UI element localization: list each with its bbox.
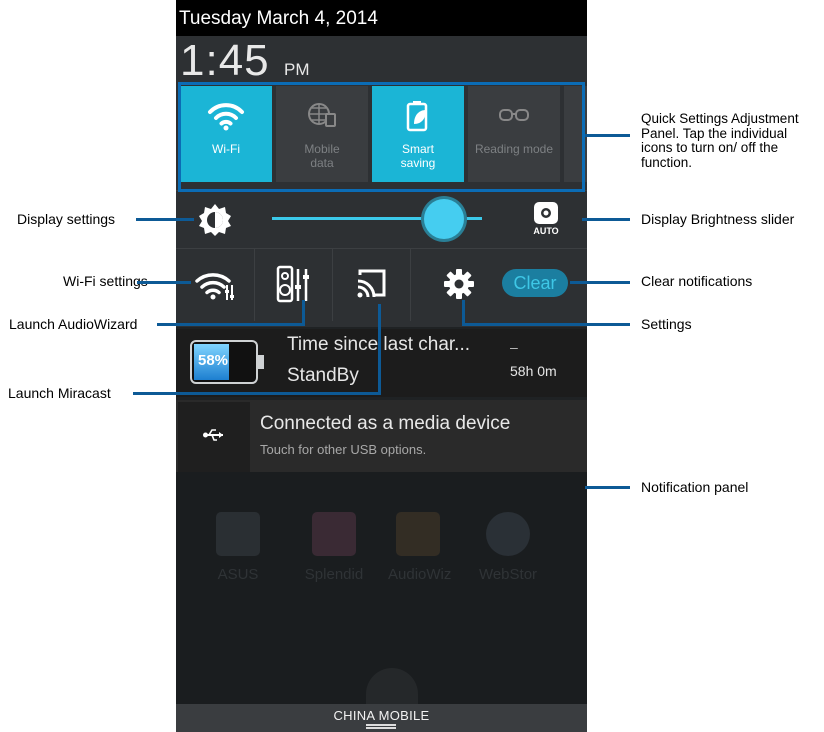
callout-line-brightness-slider: [582, 218, 630, 221]
carrier-label: CHINA MOBILE: [333, 708, 430, 723]
callout-line-settings-vertical: [462, 300, 465, 326]
audiowizard-icon: [276, 265, 309, 303]
callout-line-audiowizard-vertical: [302, 300, 305, 326]
callout-line-miracast-vertical: [378, 304, 381, 395]
wifi-settings-icon: [195, 273, 234, 300]
callout-quick-settings: Quick Settings Adjustment Panel. Tap the…: [641, 111, 799, 170]
home-app-audiowiz: AudioWiz: [388, 512, 452, 583]
callout-line-clear-notifications: [570, 281, 630, 284]
battery-nub: [258, 355, 264, 369]
miracast-icon: [357, 269, 386, 298]
callout-line-quick-settings: [585, 134, 630, 137]
callout-display-settings: Display settings: [17, 211, 116, 227]
home-app-label: AudioWiz: [388, 566, 452, 583]
callout-line-settings: [462, 323, 630, 326]
usb-notification-title: Connected as a media device: [260, 413, 511, 434]
callout-line-notification-panel: [585, 486, 630, 489]
battery-notification[interactable]: 58% Time since last char... StandBy – 58…: [176, 329, 587, 397]
miracast-button[interactable]: [332, 249, 411, 321]
usb-notification[interactable]: Connected as a media device Touch for ot…: [176, 400, 587, 472]
auto-label: AUTO: [533, 226, 559, 236]
callout-notification-panel: Notification panel: [641, 479, 749, 495]
clock-ampm: PM: [284, 60, 310, 79]
callout-brightness-slider: Display Brightness slider: [641, 211, 795, 227]
gear-icon: [444, 269, 474, 299]
time-bar: 1:45 PM: [176, 36, 587, 85]
battery-duration: 58h 0m: [510, 363, 557, 379]
callout-launch-audiowizard: Launch AudioWizard: [9, 316, 138, 332]
date-bar: Tuesday March 4, 2014: [176, 0, 587, 36]
usb-icon: [203, 429, 223, 441]
date-text: Tuesday March 4, 2014: [179, 8, 378, 29]
home-app-asus: ASUS: [208, 512, 268, 583]
battery-percent: 58%: [198, 352, 229, 369]
settings-button[interactable]: [444, 269, 474, 299]
callout-clear-notifications: Clear notifications: [641, 273, 753, 289]
carrier-bar: CHINA MOBILE: [176, 704, 587, 732]
callout-wifi-settings: Wi-Fi settings: [63, 273, 148, 289]
brightness-auto-icon: [534, 202, 558, 224]
callout-line-display-settings: [136, 218, 194, 221]
battery-notification-subtitle: StandBy: [287, 365, 359, 386]
home-app-webstor: WebStor: [478, 512, 538, 583]
usb-icon-box: [178, 402, 250, 472]
drag-handle-icon[interactable]: [366, 724, 396, 726]
battery-icon: 58%: [190, 340, 258, 384]
home-app-label: WebStor: [478, 566, 538, 583]
dimmed-home-screen: ASUS Splendid AudioWiz WebStor: [176, 472, 587, 704]
callout-line-audiowizard: [157, 323, 304, 326]
callout-line-miracast: [133, 392, 381, 395]
brightness-row: AUTO: [176, 190, 587, 249]
wifi-settings-button[interactable]: [176, 249, 255, 321]
clock-time: 1:45: [180, 36, 270, 85]
quick-settings-highlight: [178, 82, 585, 192]
home-app-label: ASUS: [217, 566, 259, 583]
auto-brightness-button[interactable]: AUTO: [528, 201, 564, 237]
brightness-slider-thumb[interactable]: [424, 199, 464, 239]
dock-home-button: [366, 668, 418, 704]
quick-actions-row: Clear: [176, 248, 587, 327]
audiowizard-button[interactable]: [254, 249, 333, 321]
home-app-splendid: Splendid: [304, 512, 364, 583]
battery-dash: –: [510, 339, 518, 355]
clear-notifications-button[interactable]: Clear: [502, 269, 568, 297]
callout-launch-miracast: Launch Miracast: [8, 385, 111, 401]
callout-line-wifi-settings: [137, 281, 191, 284]
callout-settings: Settings: [641, 316, 692, 332]
display-settings-icon[interactable]: [198, 203, 232, 237]
home-app-label: Splendid: [304, 566, 364, 583]
usb-notification-subtitle: Touch for other USB options.: [260, 442, 427, 457]
